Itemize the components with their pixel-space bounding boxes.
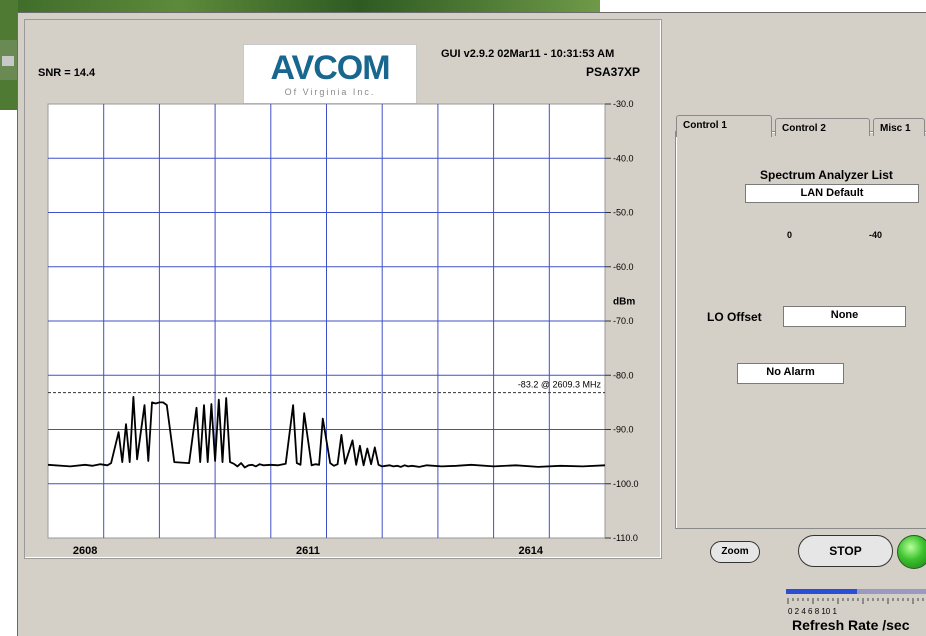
spectrum-analyzer-window: SNR = 14.4 AVCOM Of Virginia Inc. GUI v2… (17, 12, 926, 636)
refresh-rate-ticks (787, 598, 924, 604)
lo-offset-field[interactable]: None (783, 306, 906, 327)
refresh-rate-scale: 0 2 4 6 8 10 1 (788, 607, 837, 616)
level-right-value: -40 (869, 230, 883, 240)
tab-control-2[interactable]: Control 2 (775, 118, 870, 136)
y-tick-label: -100.0 (613, 479, 639, 489)
status-led-icon (897, 535, 926, 569)
stop-button[interactable]: STOP (798, 535, 893, 567)
y-tick-label: -80.0 (613, 370, 634, 380)
tab-misc-1[interactable]: Misc 1 (873, 118, 925, 136)
y-axis-unit-label: dBm (613, 297, 635, 308)
alarm-status-field: No Alarm (737, 363, 844, 384)
y-tick-label: -50.0 (613, 208, 634, 218)
x-tick-label: 2608 (73, 545, 97, 557)
marker-label: -83.2 @ 2609.3 MHz (518, 380, 602, 390)
refresh-rate-slider-fill (786, 589, 857, 594)
y-tick-label: -70.0 (613, 316, 634, 326)
y-tick-label: -90.0 (613, 425, 634, 435)
zoom-button[interactable]: Zoom (710, 541, 760, 563)
lo-offset-label: LO Offset (707, 310, 762, 324)
plot-panel: SNR = 14.4 AVCOM Of Virginia Inc. GUI v2… (24, 19, 662, 559)
spectrum-analyzer-list-select[interactable]: LAN Default (745, 184, 919, 203)
x-tick-label: 2611 (296, 545, 320, 557)
tab-control-1[interactable]: Control 1 (676, 115, 772, 137)
y-tick-label: -30.0 (613, 99, 634, 109)
y-tick-label: -110.0 (613, 533, 638, 543)
refresh-rate-slider[interactable] (786, 589, 926, 594)
spectrum-analyzer-list-label: Spectrum Analyzer List (760, 168, 893, 182)
y-tick-label: -40.0 (613, 153, 634, 163)
spectrum-plot[interactable]: -30.0 -40.0 -50.0 -60.0 -70.0 -80.0 -90.0 -100.… (25, 20, 661, 558)
y-tick-label: -60.0 (613, 262, 634, 272)
control-tab-panel: Control 1 Control 2 Misc 1 Spectrum Anal… (675, 115, 926, 529)
level-left-value: 0 (787, 230, 793, 240)
x-tick-label: 2614 (518, 545, 543, 557)
refresh-rate-label: Refresh Rate /sec (792, 617, 910, 633)
